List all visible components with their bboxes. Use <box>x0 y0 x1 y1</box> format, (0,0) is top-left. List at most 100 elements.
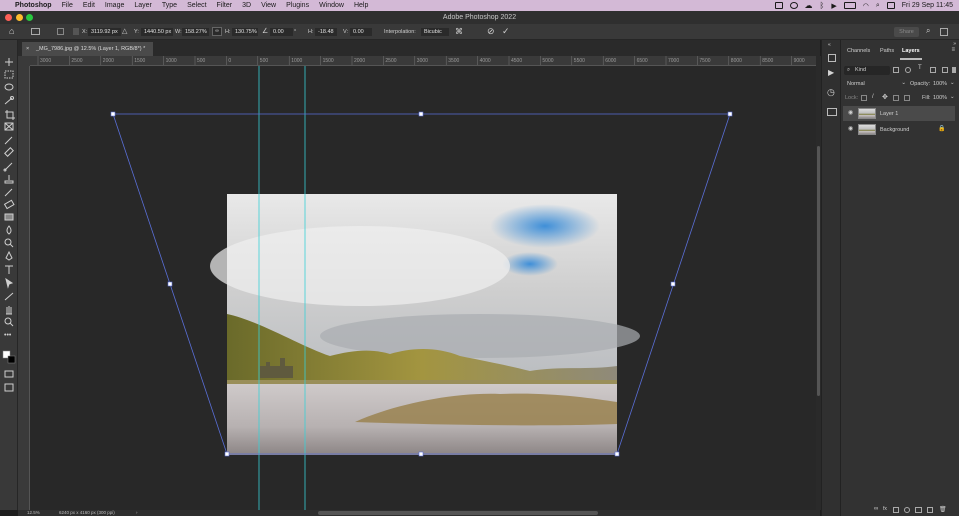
menu-window[interactable]: Window <box>314 2 349 9</box>
transform-handle[interactable] <box>224 451 230 457</box>
home-icon[interactable]: ⌂ <box>9 26 14 36</box>
lock-image-icon[interactable]: / <box>872 94 874 100</box>
line-tool-icon[interactable] <box>4 292 14 301</box>
healing-brush-tool-icon[interactable] <box>4 147 14 157</box>
collapse-panels-icon[interactable]: « <box>828 42 831 48</box>
lock-transparent-icon[interactable] <box>861 95 867 101</box>
transform-handle[interactable] <box>418 451 424 457</box>
warp-mode-icon[interactable]: ⌘ <box>455 27 463 36</box>
quick-select-tool-icon[interactable] <box>4 96 14 105</box>
lasso-tool-icon[interactable] <box>4 83 14 91</box>
layer-name[interactable]: Background <box>880 127 909 133</box>
opacity-input[interactable]: 100% <box>933 81 947 87</box>
ruler-corner[interactable] <box>18 56 30 66</box>
history-brush-tool-icon[interactable] <box>4 188 13 197</box>
dodge-tool-icon[interactable] <box>4 238 14 248</box>
tab-paths[interactable]: Paths <box>880 48 894 54</box>
tab-layers[interactable]: Layers <box>902 48 920 54</box>
brush-tool-icon[interactable] <box>3 162 13 172</box>
layer-row-background[interactable]: ◉ Background 🔒 <box>843 122 955 137</box>
filter-type-icon[interactable]: T <box>918 65 922 71</box>
background-color-swatch[interactable] <box>7 355 16 364</box>
horizontal-ruler[interactable]: 3000 2500 2000 1500 1000 500 0 500 1000 1500 2000 2… <box>30 56 816 66</box>
h-skew-input[interactable]: -18.48 <box>315 28 337 36</box>
layer-filter[interactable]: ⌕ Kind <box>844 66 890 75</box>
crop-tool-icon[interactable] <box>5 110 15 120</box>
creative-cloud-icon[interactable]: ☁ <box>805 1 813 10</box>
document-tab[interactable]: × _MG_7986.jpg @ 12.5% (Layer 1, RGB/8*)… <box>22 42 154 56</box>
tab-channels[interactable]: Channels <box>847 48 870 54</box>
menu-help[interactable]: Help <box>349 2 373 9</box>
delete-layer-icon[interactable]: 🗑 <box>939 506 947 513</box>
adjustment-layer-icon[interactable] <box>904 507 910 513</box>
transform-handle[interactable] <box>670 281 676 287</box>
history-icon[interactable]: ◷ <box>827 87 835 98</box>
actions-play-icon[interactable]: ▶ <box>828 68 834 77</box>
angle-input[interactable]: 0.00 <box>270 28 293 36</box>
canvas-area[interactable] <box>30 66 816 510</box>
filter-pixel-icon[interactable] <box>893 67 899 73</box>
filter-shape-icon[interactable] <box>930 67 936 73</box>
libraries-icon[interactable] <box>827 108 837 116</box>
lock-position-icon[interactable]: ✥ <box>882 93 888 101</box>
battery-icon[interactable] <box>843 2 856 9</box>
properties-icon[interactable] <box>828 54 836 62</box>
close-tab-icon[interactable]: × <box>26 42 29 56</box>
app-menu[interactable]: Photoshop <box>10 2 57 9</box>
pen-tool-icon[interactable] <box>5 250 13 261</box>
menu-image[interactable]: Image <box>100 2 129 9</box>
search-icon[interactable]: ⌕ <box>876 2 880 10</box>
x-position-input[interactable]: 3119.92 px <box>88 28 121 36</box>
zoom-tool-icon[interactable] <box>4 317 14 327</box>
menu-filter[interactable]: Filter <box>212 2 238 9</box>
frame-tool-icon[interactable] <box>4 122 14 131</box>
panel-menu-icon[interactable]: ≡ <box>951 47 955 53</box>
layer-photo[interactable] <box>210 194 640 455</box>
width-input[interactable]: 158.27% <box>182 28 209 36</box>
vertical-scroll-thumb[interactable] <box>817 146 820 396</box>
clock[interactable]: Fri 29 Sep 11:45 <box>902 2 953 9</box>
hand-tool-icon[interactable] <box>6 306 12 315</box>
play-icon[interactable]: ▶ <box>831 2 836 10</box>
search-icon[interactable]: ⌕ <box>926 26 930 36</box>
menu-layer[interactable]: Layer <box>129 2 157 9</box>
layer-row-layer-1[interactable]: ◉ Layer 1 <box>843 106 955 121</box>
share-button[interactable]: Share <box>894 27 919 37</box>
commit-transform-icon[interactable]: ✓ <box>502 26 510 37</box>
transform-handle[interactable] <box>167 281 173 287</box>
y-position-input[interactable]: 1440.50 px <box>141 28 173 36</box>
link-layers-icon[interactable]: ∞ <box>874 506 878 512</box>
clone-stamp-tool-icon[interactable] <box>4 175 14 184</box>
move-tool-icon[interactable] <box>5 58 13 66</box>
link-icon[interactable]: ∞ <box>212 27 222 36</box>
eye-icon[interactable]: ◉ <box>848 125 853 132</box>
transform-handle[interactable] <box>614 451 620 457</box>
menu-plugins[interactable]: Plugins <box>281 2 314 9</box>
reference-point-grid-icon[interactable] <box>57 28 64 35</box>
chevron-down-icon[interactable]: ⌄ <box>950 94 955 100</box>
bluetooth-icon[interactable]: ᛒ <box>820 1 825 10</box>
interpolation-select[interactable]: Bicubic <box>421 28 449 36</box>
eyedropper-tool-icon[interactable] <box>4 136 13 145</box>
vertical-ruler[interactable] <box>18 66 30 510</box>
new-layer-icon[interactable] <box>927 507 933 513</box>
blend-mode-select[interactable]: Normal ⌄ <box>844 80 908 88</box>
quick-mask-icon[interactable] <box>4 370 14 378</box>
screen-share-icon[interactable] <box>774 2 783 9</box>
height-input[interactable]: 130.75% <box>232 28 258 36</box>
transform-handle[interactable] <box>110 111 116 117</box>
wifi-icon[interactable]: ◠ <box>863 2 869 10</box>
transform-handle[interactable] <box>727 111 733 117</box>
layer-name[interactable]: Layer 1 <box>880 111 898 117</box>
lock-all-icon[interactable] <box>904 95 910 101</box>
fx-icon[interactable]: fx <box>883 506 887 512</box>
screen-mode-icon[interactable] <box>4 383 14 392</box>
menu-edit[interactable]: Edit <box>78 2 100 9</box>
blur-tool-icon[interactable] <box>6 225 12 235</box>
add-mask-icon[interactable] <box>893 507 899 513</box>
eraser-tool-icon[interactable] <box>3 199 15 210</box>
position-relative-icon[interactable] <box>73 28 79 35</box>
zoom-level[interactable]: 12.5% <box>27 510 40 515</box>
fill-input[interactable]: 100% <box>933 95 947 101</box>
menu-view[interactable]: View <box>256 2 281 9</box>
